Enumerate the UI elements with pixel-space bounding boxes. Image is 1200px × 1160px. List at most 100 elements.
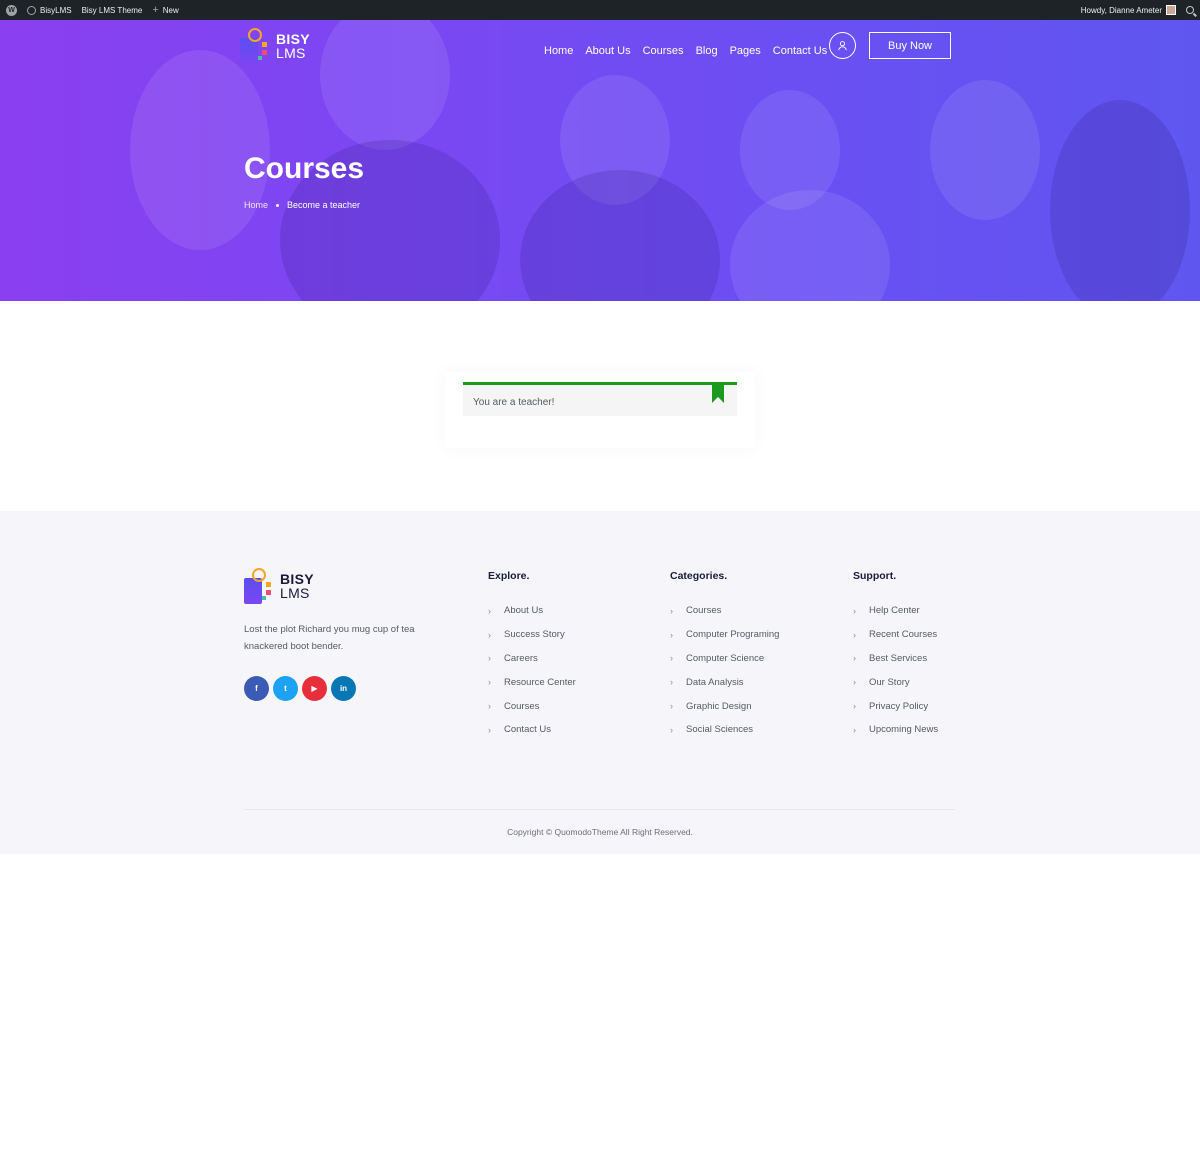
chevron-right-icon: › [670,653,673,664]
plus-icon: + [152,3,159,16]
page-title: Courses [244,152,365,185]
chevron-right-icon: › [488,605,491,616]
social-links: f t ▶ in [244,676,356,701]
admin-bar-left: W BisyLMS Bisy LMS Theme + New [6,3,179,16]
admin-howdy-text: Howdy, Dianne Ameter [1080,5,1162,15]
chevron-right-icon: › [488,724,491,735]
admin-site-name: BisyLMS [40,5,72,15]
chevron-right-icon: › [670,677,673,688]
chevron-right-icon: › [488,701,491,712]
chevron-right-icon: › [853,724,856,735]
bookmark-icon [712,385,724,403]
admin-bar-right: Howdy, Dianne Ameter [1081,5,1194,15]
admin-new-label: New [162,5,179,15]
admin-account-menu[interactable]: Howdy, Dianne Ameter [1081,5,1176,15]
copyright-text: Copyright © QuomodoTheme All Right Reser… [507,827,693,837]
footer-link[interactable]: › About Us [488,599,576,623]
footer-link[interactable]: › Computer Programing [670,623,779,647]
footer-link[interactable]: › Help Center [853,599,938,623]
footer-column-categories: Categories. › Courses › Computer Programin… [670,570,779,742]
user-icon [838,41,847,51]
chevron-right-icon: › [670,605,673,616]
admin-new-link[interactable]: + New [152,3,179,16]
linkedin-icon[interactable]: in [331,676,356,701]
footer-link[interactable]: › Privacy Policy [853,694,938,718]
wordpress-menu[interactable]: W [6,4,17,16]
chevron-right-icon: › [488,629,491,640]
footer-column-title: Support. [853,570,897,582]
footer-link[interactable]: › Resource Center [488,670,576,694]
logo-book-icon [238,26,270,66]
chevron-right-icon: › [670,701,673,712]
hero-photo-shape [130,50,270,250]
footer-link[interactable]: › Computer Science [670,647,779,671]
site-logo[interactable]: BISY LMS [238,26,310,66]
chevron-right-icon: › [670,629,673,640]
hero-photo-shape [1050,100,1190,301]
nav-item-contact-us[interactable]: Contact Us [773,45,827,57]
footer-link[interactable]: › Upcoming News [853,718,938,742]
footer-column-explore: Explore. › About Us › Success Story › Caree… [488,570,576,742]
footer-link[interactable]: › Recent Courses [853,623,938,647]
footer-link[interactable]: › Social Sciences [670,718,779,742]
admin-site-link[interactable]: BisyLMS [27,5,72,15]
footer-logo[interactable]: BISY LMS [242,566,314,606]
notice-message: You are a teacher! [473,397,555,408]
nav-item-pages[interactable]: Pages [730,45,761,57]
footer-column-title: Categories. [670,570,728,582]
teacher-notice: You are a teacher! [463,382,737,416]
chevron-right-icon: › [853,701,856,712]
hero-photo-shape [520,170,720,301]
buy-now-button[interactable]: Buy Now [869,32,951,59]
site-footer: BISY LMS Lost the plot Richard you mug cu… [0,511,1200,854]
breadcrumb-separator [276,203,280,207]
nav-item-about-us[interactable]: About Us [585,45,630,57]
footer-link[interactable]: › Success Story [488,623,576,647]
twitter-icon[interactable]: t [273,676,298,701]
footer-link[interactable]: › Graphic Design [670,694,779,718]
nav-item-courses[interactable]: Courses [643,45,684,57]
logo-text: BISY LMS [280,571,314,601]
chevron-right-icon: › [853,677,856,688]
nav-item-blog[interactable]: Blog [696,45,718,57]
youtube-icon[interactable]: ▶ [302,676,327,701]
footer-link[interactable]: › Careers [488,647,576,671]
footer-link[interactable]: › Courses [488,694,576,718]
hero-photo-shape [320,20,450,150]
chevron-right-icon: › [853,605,856,616]
footer-divider [244,809,955,810]
footer-link[interactable]: › Courses [670,599,779,623]
hero-photo-shape [730,190,890,301]
logo-text: BISY LMS [276,31,310,61]
footer-link[interactable]: › Data Analysis [670,670,779,694]
breadcrumb-home[interactable]: Home [244,200,268,210]
admin-theme-name: Bisy LMS Theme [81,5,143,15]
footer-column-title: Explore. [488,570,530,582]
chevron-right-icon: › [853,629,856,640]
hero-banner: BISY LMS Home About Us Courses Blog Pages… [0,20,1200,301]
user-account-button[interactable] [829,32,856,59]
chevron-right-icon: › [488,653,491,664]
chevron-right-icon: › [670,724,673,735]
footer-link[interactable]: › Our Story [853,670,938,694]
nav-item-home[interactable]: Home [544,45,573,57]
avatar [1166,5,1176,15]
wordpress-logo-icon: W [6,4,17,16]
home-icon [27,5,36,15]
footer-link[interactable]: › Contact Us [488,718,576,742]
breadcrumb-current: Become a teacher [287,200,361,210]
facebook-icon[interactable]: f [244,676,269,701]
search-icon [1186,6,1194,14]
admin-bar: W BisyLMS Bisy LMS Theme + New Howdy, Dia… [0,0,1200,20]
main-nav: Home About Us Courses Blog Pages Contact… [544,45,827,57]
footer-description: Lost the plot Richard you mug cup of tea… [244,624,415,652]
chevron-right-icon: › [488,677,491,688]
admin-search-button[interactable] [1186,6,1194,14]
breadcrumb: Home Become a teacher [244,200,360,210]
admin-theme-link[interactable]: Bisy LMS Theme [82,6,143,15]
chevron-right-icon: › [853,653,856,664]
footer-column-support: Support. › Help Center › Recent Courses › B… [853,570,938,742]
hero-photo-shape [930,80,1040,220]
footer-link[interactable]: › Best Services [853,647,938,671]
logo-book-icon [242,566,274,606]
